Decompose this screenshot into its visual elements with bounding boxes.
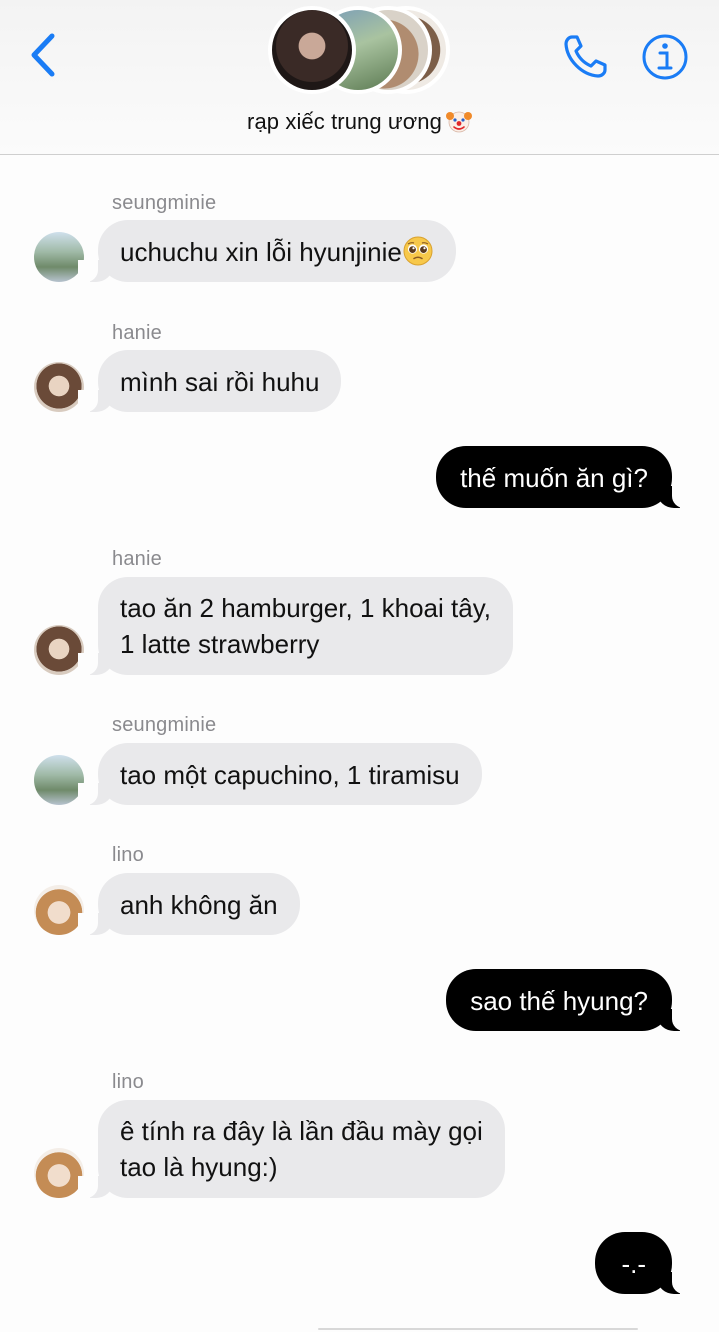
call-button[interactable]: [560, 30, 612, 82]
group-member-avatar: [268, 6, 356, 94]
avatar[interactable]: [34, 362, 84, 412]
message-text: -.-: [621, 1249, 646, 1279]
message-bubble-incoming[interactable]: ê tính ra đây là lần đầu mày gọi tao là …: [78, 1100, 505, 1198]
home-indicator: [318, 1328, 638, 1330]
group-title[interactable]: rạp xiếc trung ương: [0, 108, 719, 135]
sender-name: lino: [112, 1071, 144, 1093]
message-text: mình sai rồi huhu: [120, 367, 320, 397]
avatar[interactable]: [34, 1148, 84, 1198]
clown-face-icon: [445, 111, 472, 133]
avatar[interactable]: [34, 885, 84, 935]
message-bubble-outgoing[interactable]: thế muốn ăn gì?: [436, 446, 692, 508]
message-text: anh không ăn: [120, 890, 278, 920]
message-text-line: tao ăn 2 hamburger, 1 khoai tây,: [120, 593, 491, 623]
message-text: uchuchu xin lỗi hyunjinie: [120, 237, 402, 267]
pleading-face-icon: [403, 236, 433, 266]
message-bubble-incoming[interactable]: anh không ăn: [78, 873, 300, 935]
conversation-header: rạp xiếc trung ương: [0, 0, 719, 155]
group-title-text: rạp xiếc trung ương: [247, 109, 442, 134]
back-button[interactable]: [26, 30, 60, 80]
message-text-line: 1 latte strawberry: [120, 629, 320, 659]
avatar[interactable]: [34, 625, 84, 675]
sender-name: lino: [112, 844, 144, 866]
message-text: sao thế hyung?: [470, 986, 648, 1016]
message-bubble-incoming[interactable]: tao một capuchino, 1 tiramisu: [78, 743, 482, 805]
sender-name: hanie: [112, 548, 162, 570]
info-icon: [642, 34, 688, 80]
avatar[interactable]: [34, 755, 84, 805]
info-button[interactable]: [640, 32, 690, 82]
message-text-line: ê tính ra đây là lần đầu mày gọi: [120, 1116, 483, 1146]
avatar[interactable]: [34, 232, 84, 282]
message-text: tao một capuchino, 1 tiramisu: [120, 760, 460, 790]
sender-name: seungminie: [112, 192, 217, 214]
sender-name: seungminie: [112, 714, 217, 736]
message-bubble-incoming[interactable]: tao ăn 2 hamburger, 1 khoai tây, 1 latte…: [78, 577, 513, 675]
phone-icon: [564, 35, 607, 78]
message-bubble-outgoing[interactable]: -.-: [595, 1232, 692, 1294]
group-avatar-stack[interactable]: [268, 6, 450, 96]
message-bubble-outgoing[interactable]: sao thế hyung?: [446, 969, 692, 1031]
message-text: thế muốn ăn gì?: [460, 463, 648, 493]
message-text-line: tao là hyung:): [120, 1152, 278, 1182]
message-bubble-incoming[interactable]: mình sai rồi huhu: [78, 350, 342, 412]
chevron-left-icon: [31, 33, 55, 77]
sender-name: hanie: [112, 322, 162, 344]
message-bubble-incoming[interactable]: uchuchu xin lỗi hyunjinie: [78, 220, 456, 282]
